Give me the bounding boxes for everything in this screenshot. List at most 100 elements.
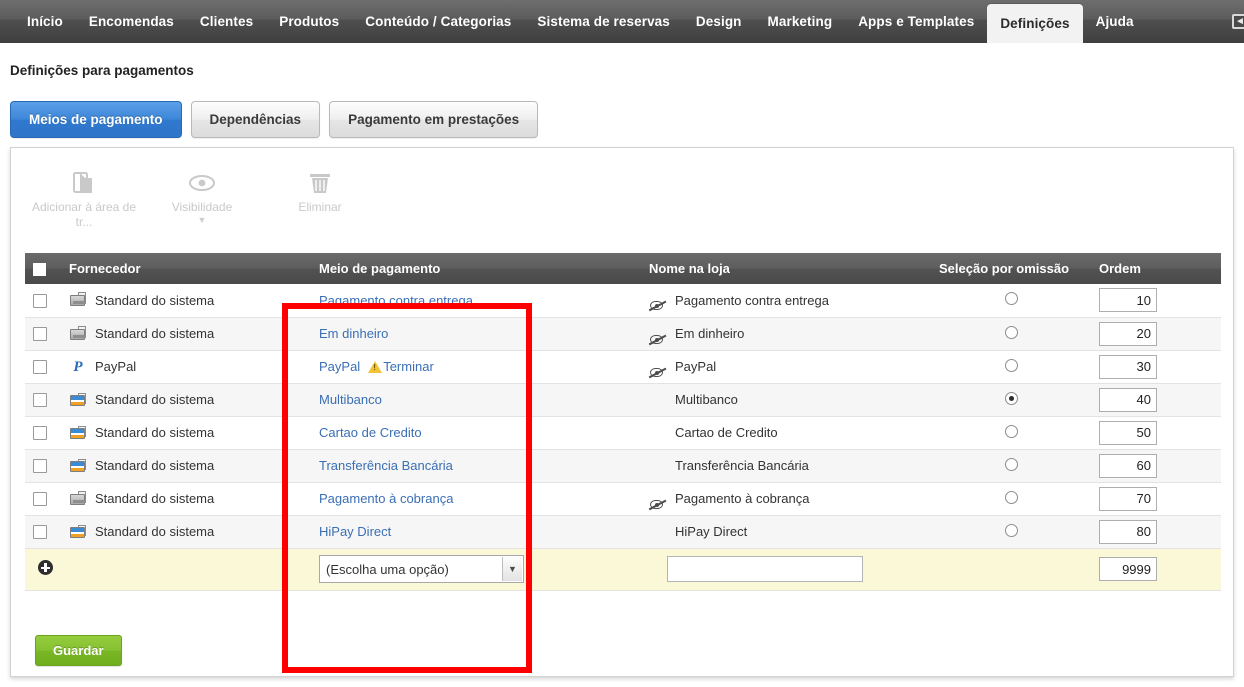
- plus-circle-icon[interactable]: [38, 560, 53, 575]
- order-cell[interactable]: [1091, 383, 1221, 417]
- shop-name-input[interactable]: [667, 556, 863, 582]
- order-input[interactable]: [1099, 453, 1157, 478]
- row-checkbox[interactable]: [33, 492, 47, 507]
- table-row[interactable]: Standard do sistema Pagamento contra entr…: [25, 284, 1221, 318]
- payment-method-cell[interactable]: PayPal Terminar: [311, 350, 641, 384]
- order-cell[interactable]: [1091, 515, 1221, 549]
- row-checkbox[interactable]: [33, 393, 47, 408]
- save-button[interactable]: Guardar: [35, 635, 122, 666]
- subtab-depend-ncias[interactable]: Dependências: [190, 101, 321, 138]
- table-row[interactable]: Standard do sistema HiPay Direct HiPay Dir…: [25, 515, 1221, 549]
- row-select-cell[interactable]: [25, 317, 61, 351]
- external-link-icon[interactable]: ◄: [1227, 13, 1244, 30]
- add-row-order-cell[interactable]: [1091, 548, 1221, 591]
- nav-item-defini-es[interactable]: Definições: [987, 4, 1083, 43]
- nav-item-ajuda[interactable]: Ajuda: [1083, 0, 1147, 43]
- default-selection-radio[interactable]: [1004, 292, 1018, 306]
- payment-method-cell[interactable]: Em dinheiro: [311, 317, 641, 351]
- default-selection-cell[interactable]: [931, 482, 1091, 516]
- subtab-meios-de-pagamento[interactable]: Meios de pagamento: [10, 101, 182, 138]
- order-input[interactable]: [1099, 420, 1157, 445]
- row-checkbox[interactable]: [33, 426, 47, 441]
- row-select-cell[interactable]: [25, 350, 61, 384]
- warning-status[interactable]: Terminar: [368, 359, 434, 374]
- nav-item-conte-do-categorias[interactable]: Conteúdo / Categorias: [352, 0, 524, 43]
- order-input[interactable]: [1099, 519, 1157, 544]
- row-checkbox[interactable]: [33, 327, 47, 342]
- column-header-order[interactable]: Ordem: [1091, 253, 1221, 284]
- payment-method-cell[interactable]: Pagamento contra entrega: [311, 284, 641, 318]
- table-row[interactable]: Standard do sistema Multibanco Multibanco: [25, 383, 1221, 417]
- row-select-cell[interactable]: [25, 482, 61, 516]
- payment-method-link[interactable]: Em dinheiro: [319, 326, 388, 341]
- default-selection-cell[interactable]: [931, 350, 1091, 384]
- column-header-select-all[interactable]: [25, 253, 61, 284]
- order-input[interactable]: [1099, 321, 1157, 346]
- table-add-row[interactable]: (Escolha uma opção) ▼: [25, 548, 1221, 591]
- row-select-cell[interactable]: [25, 515, 61, 549]
- nav-item-marketing[interactable]: Marketing: [755, 0, 846, 43]
- table-row[interactable]: Standard do sistema Cartao de Credito Cart…: [25, 416, 1221, 450]
- nav-item-apps-e-templates[interactable]: Apps e Templates: [845, 0, 987, 43]
- row-select-cell[interactable]: [25, 284, 61, 318]
- row-checkbox[interactable]: [33, 525, 47, 540]
- payment-method-cell[interactable]: Multibanco: [311, 383, 641, 417]
- table-row[interactable]: P PayPal PayPal Terminar PayPal: [25, 350, 1221, 384]
- chevron-down-icon[interactable]: ▼: [198, 215, 207, 225]
- order-cell[interactable]: [1091, 449, 1221, 483]
- order-cell[interactable]: [1091, 482, 1221, 516]
- payment-method-select[interactable]: (Escolha uma opção) ▼: [319, 555, 524, 583]
- order-cell[interactable]: [1091, 416, 1221, 450]
- row-select-cell[interactable]: [25, 416, 61, 450]
- add-row-icon-cell[interactable]: [25, 548, 61, 591]
- row-select-cell[interactable]: [25, 449, 61, 483]
- default-selection-radio[interactable]: [1004, 325, 1018, 339]
- payment-method-cell[interactable]: Pagamento à cobrança: [311, 482, 641, 516]
- order-input[interactable]: [1099, 387, 1157, 412]
- order-cell[interactable]: [1091, 350, 1221, 384]
- table-row[interactable]: Standard do sistema Em dinheiro Em dinheir…: [25, 317, 1221, 351]
- toolbar-button-eye[interactable]: Visibilidade ▼: [143, 162, 261, 238]
- payment-method-link[interactable]: HiPay Direct: [319, 524, 391, 539]
- default-selection-radio[interactable]: [1004, 523, 1018, 537]
- table-row[interactable]: Standard do sistema Transferência Bancári…: [25, 449, 1221, 483]
- column-header-default-selection[interactable]: Seleção por omissão: [931, 253, 1091, 284]
- order-input[interactable]: [1099, 288, 1157, 313]
- toolbar-button-trash[interactable]: Eliminar: [261, 162, 379, 238]
- default-selection-radio[interactable]: [1004, 490, 1018, 504]
- column-header-payment-method[interactable]: Meio de pagamento: [311, 253, 641, 284]
- default-selection-cell[interactable]: [931, 317, 1091, 351]
- default-selection-radio[interactable]: [1004, 391, 1018, 405]
- payment-method-link[interactable]: Pagamento à cobrança: [319, 491, 453, 506]
- payment-method-cell[interactable]: HiPay Direct: [311, 515, 641, 549]
- nav-item-sistema-de-reservas[interactable]: Sistema de reservas: [524, 0, 683, 43]
- payment-method-link[interactable]: Transferência Bancária: [319, 458, 453, 473]
- add-row-method-cell[interactable]: (Escolha uma opção) ▼: [311, 548, 641, 591]
- default-selection-cell[interactable]: [931, 416, 1091, 450]
- order-cell[interactable]: [1091, 317, 1221, 351]
- subtab-pagamento-em-presta-es[interactable]: Pagamento em prestações: [329, 101, 539, 138]
- default-selection-cell[interactable]: [931, 383, 1091, 417]
- payment-method-link[interactable]: Cartao de Credito: [319, 425, 422, 440]
- payment-method-link[interactable]: PayPal: [319, 359, 360, 374]
- row-select-cell[interactable]: [25, 383, 61, 417]
- column-header-provider[interactable]: Fornecedor: [61, 253, 311, 284]
- order-input[interactable]: [1099, 354, 1157, 379]
- chevron-down-icon[interactable]: ▼: [502, 557, 522, 581]
- order-input[interactable]: [1099, 486, 1157, 511]
- payment-method-cell[interactable]: Cartao de Credito: [311, 416, 641, 450]
- table-row[interactable]: Standard do sistema Pagamento à cobrança P…: [25, 482, 1221, 516]
- toolbar-button-clipboard-paste[interactable]: Adicionar à área de tr...: [25, 162, 143, 238]
- nav-item-in-cio[interactable]: Início: [14, 0, 76, 43]
- row-checkbox[interactable]: [33, 360, 47, 375]
- default-selection-cell[interactable]: [931, 284, 1091, 318]
- payment-method-link[interactable]: Multibanco: [319, 392, 382, 407]
- default-selection-radio[interactable]: [1004, 424, 1018, 438]
- add-row-shop-name-cell[interactable]: [641, 548, 931, 591]
- nav-item-design[interactable]: Design: [683, 0, 755, 43]
- default-selection-cell[interactable]: [931, 449, 1091, 483]
- default-selection-cell[interactable]: [931, 515, 1091, 549]
- nav-item-produtos[interactable]: Produtos: [266, 0, 352, 43]
- row-checkbox[interactable]: [33, 294, 47, 309]
- default-selection-radio[interactable]: [1004, 358, 1018, 372]
